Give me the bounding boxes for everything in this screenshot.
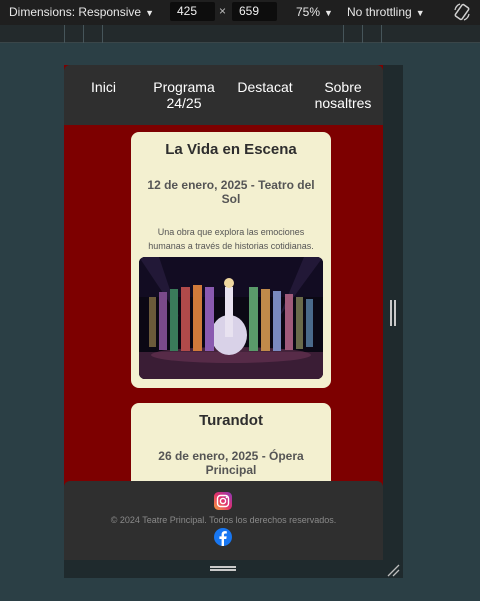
height-input[interactable]: 659	[232, 2, 277, 21]
throttling-dropdown[interactable]: No throttling ▼	[347, 5, 425, 19]
event-description: Una obra que explora las emociones human…	[148, 227, 314, 251]
facebook-icon[interactable]	[214, 528, 232, 546]
dimensions-label: Dimensions: Responsive	[9, 5, 142, 19]
chevron-down-icon: ▼	[324, 8, 333, 18]
width-input[interactable]: 425	[170, 2, 215, 21]
site-nav: Inici Programa 24/25 Destacat Sobre nosa…	[64, 65, 383, 125]
site-footer: © 2024 Teatre Principal. Todos los derec…	[64, 481, 383, 560]
event-card[interactable]: La Vida en Escena 12 de enero, 2025 - Te…	[131, 132, 331, 388]
nav-item-sobre-nosaltres[interactable]: Sobre nosaltres	[311, 79, 375, 111]
event-title: Turandot	[199, 412, 263, 429]
devtools-toolbar: Dimensions: Responsive ▼ 425 × 659 75% ▼ N…	[0, 0, 480, 25]
nav-item-programa[interactable]: Programa 24/25	[149, 79, 219, 111]
event-date: 12 de enero, 2025 - Teatro del Sol	[147, 178, 315, 206]
zoom-label: 75%	[296, 5, 321, 19]
media-query-ruler	[0, 25, 480, 43]
throttling-label: No throttling	[347, 5, 412, 19]
event-date: 26 de enero, 2025 - Ópera Principal	[158, 449, 304, 477]
dimensions-dropdown[interactable]: Dimensions: Responsive ▼	[9, 5, 154, 19]
footer-copyright: © 2024 Teatre Principal. Todos los derec…	[110, 515, 337, 525]
resize-handle-bottom[interactable]	[210, 566, 236, 571]
event-title: La Vida en Escena	[165, 141, 297, 158]
nav-item-destacat[interactable]: Destacat	[232, 79, 298, 95]
device-frame-side	[383, 65, 403, 578]
device-viewport: Inici Programa 24/25 Destacat Sobre nosa…	[64, 65, 383, 560]
resize-corner-icon[interactable]	[386, 563, 400, 577]
chevron-down-icon: ▼	[415, 8, 425, 18]
device-frame-bottom	[64, 560, 383, 578]
times-symbol: ×	[219, 4, 227, 18]
nav-item-inici[interactable]: Inici	[76, 79, 131, 95]
event-photo	[139, 257, 323, 379]
rotate-icon[interactable]	[452, 2, 472, 22]
resize-handle-right[interactable]	[390, 300, 396, 326]
instagram-icon[interactable]	[214, 492, 232, 510]
zoom-dropdown[interactable]: 75% ▼	[296, 5, 333, 19]
chevron-down-icon: ▼	[145, 8, 154, 18]
